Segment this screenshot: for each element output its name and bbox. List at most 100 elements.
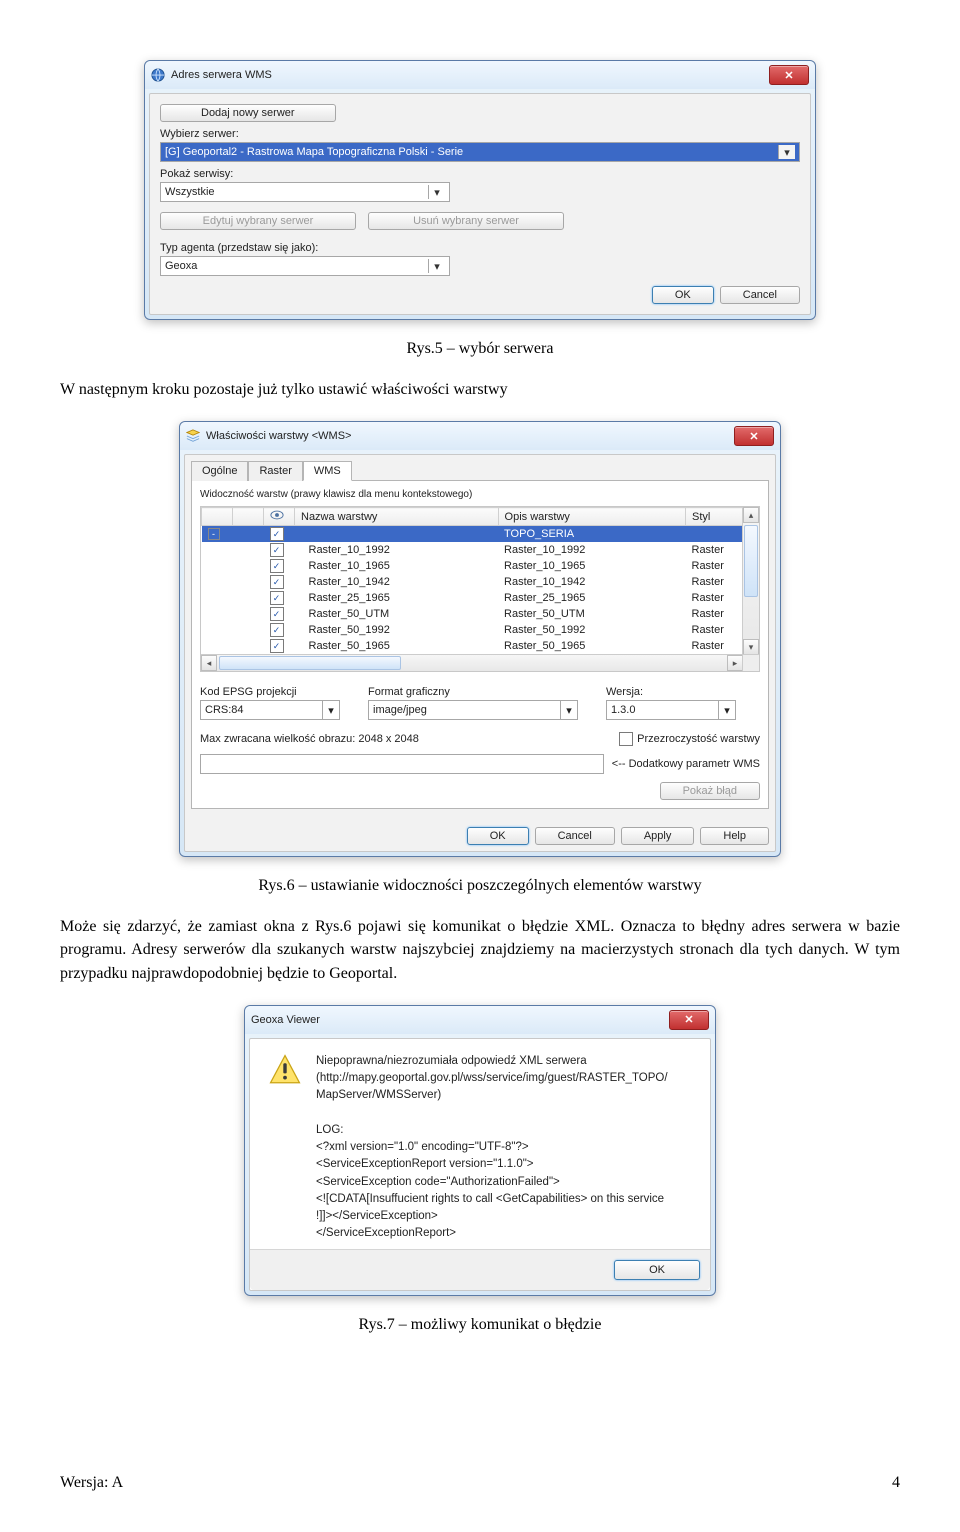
layer-name-cell: Raster_50_1992 bbox=[295, 622, 499, 638]
help-button[interactable]: Help bbox=[700, 827, 769, 845]
layers-list[interactable]: Nazwa warstwy Opis warstwy Styl -✓TOPO_S… bbox=[200, 506, 760, 672]
close-button[interactable]: ✕ bbox=[769, 65, 809, 85]
table-row[interactable]: ✓Raster_50_1992Raster_50_1992Raster bbox=[202, 622, 759, 638]
globe-icon bbox=[151, 68, 165, 82]
scroll-corner bbox=[742, 654, 759, 671]
tab-wms[interactable]: WMS bbox=[303, 461, 352, 481]
transparency-checkbox[interactable]: Przezroczystość warstwy bbox=[619, 732, 760, 746]
cancel-button[interactable]: Cancel bbox=[720, 286, 800, 304]
chevron-down-icon: ▾ bbox=[718, 701, 735, 719]
chevron-down-icon: ▾ bbox=[428, 259, 445, 273]
window-titlebar[interactable]: Geoxa Viewer ✕ bbox=[245, 1006, 715, 1034]
layer-desc-cell: Raster_25_1965 bbox=[498, 590, 685, 606]
format-label: Format graficzny bbox=[368, 686, 578, 698]
warning-icon bbox=[268, 1053, 302, 1087]
visibility-checkbox[interactable]: ✓ bbox=[270, 559, 284, 573]
show-error-button[interactable]: Pokaż błąd bbox=[660, 782, 760, 800]
show-services-label: Pokaż serwisy: bbox=[160, 168, 800, 180]
tree-toggle-icon[interactable]: - bbox=[208, 528, 220, 540]
version-label: Wersja: bbox=[606, 686, 736, 698]
edit-server-button[interactable]: Edytuj wybrany serwer bbox=[160, 212, 356, 230]
layers-icon bbox=[186, 429, 200, 443]
show-services-value: Wszystkie bbox=[165, 186, 215, 198]
figure-1-caption: Rys.5 – wybór serwera bbox=[60, 340, 900, 358]
agent-label: Typ agenta (przedstaw się jako): bbox=[160, 242, 800, 254]
add-server-button[interactable]: Dodaj nowy serwer bbox=[160, 104, 336, 122]
close-button[interactable]: ✕ bbox=[734, 426, 774, 446]
transparency-label: Przezroczystość warstwy bbox=[637, 733, 760, 745]
page-footer: Wersja: A 4 bbox=[60, 1474, 900, 1492]
scroll-thumb[interactable] bbox=[219, 656, 401, 670]
format-combobox[interactable]: image/jpeg ▾ bbox=[368, 700, 578, 720]
extra-param-input[interactable] bbox=[200, 754, 604, 774]
layer-desc-cell: Raster_50_1992 bbox=[498, 622, 685, 638]
close-button[interactable]: ✕ bbox=[669, 1010, 709, 1030]
figure-3: Geoxa Viewer ✕ Niepoprawna/niezrozumiała… bbox=[60, 1005, 900, 1296]
apply-button[interactable]: Apply bbox=[621, 827, 695, 845]
scroll-down-icon[interactable]: ▾ bbox=[743, 639, 759, 655]
ok-button[interactable]: OK bbox=[467, 827, 529, 845]
tab-general[interactable]: Ogólne bbox=[191, 461, 248, 481]
ok-button[interactable]: OK bbox=[614, 1260, 700, 1280]
layers-hint: Widoczność warstw (prawy klawisz dla men… bbox=[200, 489, 760, 500]
layer-name-cell: Raster_10_1942 bbox=[295, 574, 499, 590]
table-row[interactable]: ✓Raster_10_1992Raster_10_1992Raster bbox=[202, 542, 759, 558]
footer-version: Wersja: A bbox=[60, 1474, 123, 1492]
proj-combobox[interactable]: CRS:84 ▾ bbox=[200, 700, 340, 720]
table-row[interactable]: ✓Raster_50_UTMRaster_50_UTMRaster bbox=[202, 606, 759, 622]
scroll-right-icon[interactable]: ▸ bbox=[727, 655, 743, 671]
scroll-thumb[interactable] bbox=[744, 525, 758, 597]
cancel-button[interactable]: Cancel bbox=[535, 827, 615, 845]
proj-value: CRS:84 bbox=[205, 704, 244, 716]
proj-label: Kod EPSG projekcji bbox=[200, 686, 340, 698]
body-paragraph-2: Może się zdarzyć, że zamiast okna z Rys.… bbox=[60, 915, 900, 985]
scroll-up-icon[interactable]: ▴ bbox=[743, 507, 759, 523]
col-desc[interactable]: Opis warstwy bbox=[498, 508, 685, 526]
show-services-combobox[interactable]: Wszystkie ▾ bbox=[160, 182, 450, 202]
window-title: Adres serwera WMS bbox=[171, 69, 769, 81]
footer-page-number: 4 bbox=[892, 1474, 900, 1492]
chevron-down-icon: ▾ bbox=[560, 701, 577, 719]
horizontal-scrollbar[interactable]: ◂ ▸ bbox=[201, 654, 743, 671]
chevron-down-icon: ▾ bbox=[322, 701, 339, 719]
visibility-checkbox[interactable]: ✓ bbox=[270, 639, 284, 653]
layer-name-cell: Raster_10_1965 bbox=[295, 558, 499, 574]
visibility-checkbox[interactable]: ✓ bbox=[270, 607, 284, 621]
pick-server-combobox[interactable]: [G] Geoportal2 - Rastrowa Mapa Topografi… bbox=[160, 142, 800, 162]
window-titlebar[interactable]: Właściwości warstwy <WMS> ✕ bbox=[180, 422, 780, 450]
layer-name-cell: Raster_50_1965 bbox=[295, 638, 499, 654]
figure-3-caption: Rys.7 – możliwy komunikat o błędzie bbox=[60, 1316, 900, 1334]
scroll-left-icon[interactable]: ◂ bbox=[201, 655, 217, 671]
visibility-checkbox[interactable]: ✓ bbox=[270, 575, 284, 589]
version-value: 1.3.0 bbox=[611, 704, 635, 716]
table-row[interactable]: - ✓ TOPO_SERIA bbox=[202, 526, 759, 543]
visibility-checkbox[interactable]: ✓ bbox=[270, 527, 284, 541]
visibility-checkbox[interactable]: ✓ bbox=[270, 543, 284, 557]
tab-pane-wms: Widoczność warstw (prawy klawisz dla men… bbox=[191, 480, 769, 809]
vertical-scrollbar[interactable]: ▴ ▾ bbox=[742, 507, 759, 655]
layer-desc-cell: Raster_50_UTM bbox=[498, 606, 685, 622]
error-message-text: Niepoprawna/niezrozumiała odpowiedź XML … bbox=[316, 1053, 668, 1243]
table-row[interactable]: ✓Raster_50_1965Raster_50_1965Raster bbox=[202, 638, 759, 654]
layer-name-cell: Raster_10_1992 bbox=[295, 542, 499, 558]
agent-combobox[interactable]: Geoxa ▾ bbox=[160, 256, 450, 276]
delete-server-button[interactable]: Usuń wybrany serwer bbox=[368, 212, 564, 230]
chevron-down-icon: ▾ bbox=[778, 145, 795, 159]
visibility-checkbox[interactable]: ✓ bbox=[270, 591, 284, 605]
ok-button[interactable]: OK bbox=[652, 286, 714, 304]
chevron-down-icon: ▾ bbox=[428, 185, 445, 199]
figure-2: Właściwości warstwy <WMS> ✕ Ogólne Raste… bbox=[60, 421, 900, 857]
table-row[interactable]: ✓Raster_10_1965Raster_10_1965Raster bbox=[202, 558, 759, 574]
layer-desc-cell: TOPO_SERIA bbox=[498, 526, 685, 543]
table-row[interactable]: ✓Raster_25_1965Raster_25_1965Raster bbox=[202, 590, 759, 606]
table-row[interactable]: ✓Raster_10_1942Raster_10_1942Raster bbox=[202, 574, 759, 590]
figure-1: Adres serwera WMS ✕ Dodaj nowy serwer Wy… bbox=[60, 60, 900, 320]
layer-desc-cell: Raster_10_1942 bbox=[498, 574, 685, 590]
layer-desc-cell: Raster_10_1992 bbox=[498, 542, 685, 558]
tab-raster[interactable]: Raster bbox=[248, 461, 302, 481]
version-combobox[interactable]: 1.3.0 ▾ bbox=[606, 700, 736, 720]
col-name[interactable]: Nazwa warstwy bbox=[295, 508, 499, 526]
window-titlebar[interactable]: Adres serwera WMS ✕ bbox=[145, 61, 815, 89]
body-paragraph-1: W następnym kroku pozostaje już tylko us… bbox=[60, 378, 900, 401]
visibility-checkbox[interactable]: ✓ bbox=[270, 623, 284, 637]
